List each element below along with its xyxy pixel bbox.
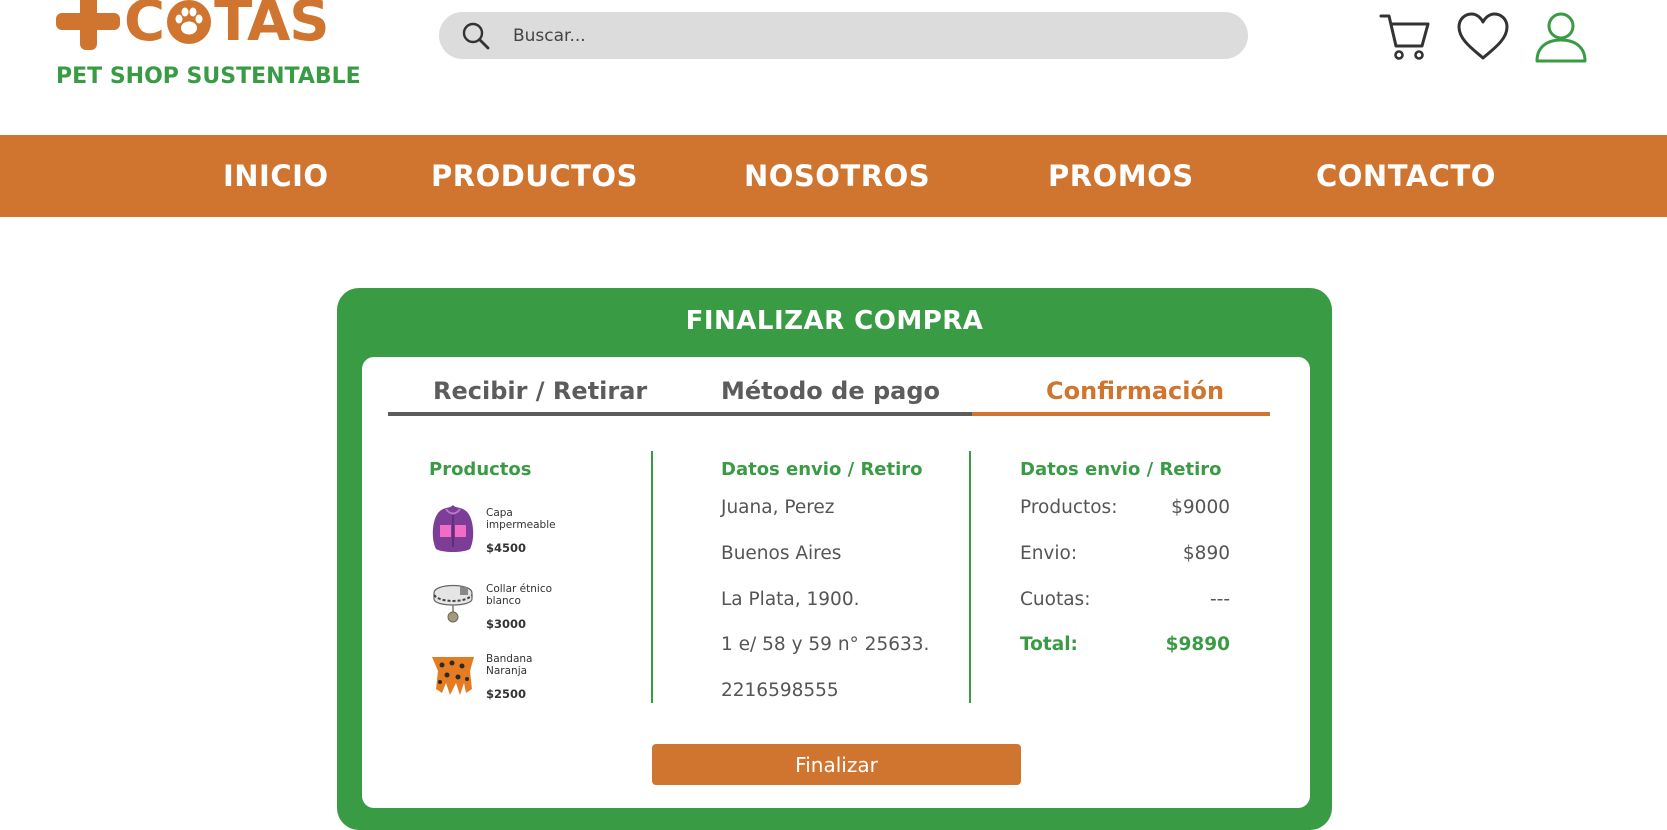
shipping-phone: 2216598555 (721, 680, 839, 701)
nav-item-nosotros[interactable]: NOSOTROS (744, 135, 930, 217)
product-price: $3000 (486, 617, 527, 631)
search-icon[interactable] (461, 21, 491, 51)
summary-products-label: Productos: (1020, 497, 1118, 518)
product-item: Capa impermeable $4500 (430, 503, 630, 563)
heart-icon[interactable] (1456, 10, 1510, 64)
product-item: Collar étnico blanco $3000 (430, 579, 630, 639)
summary-installments-label: Cuotas: (1020, 589, 1091, 610)
brand-letters-rest: TAS (214, 0, 330, 54)
product-price: $4500 (486, 541, 527, 555)
shipping-city: La Plata, 1900. (721, 589, 860, 610)
step-recibir-retirar[interactable]: Recibir / Retirar (433, 377, 647, 405)
summary-products-value: $9000 (1171, 497, 1230, 518)
cart-icon[interactable] (1378, 10, 1432, 64)
summary-total-value: $9890 (1165, 634, 1230, 655)
column-divider (651, 451, 653, 703)
shipping-heading: Datos envio / Retiro (721, 459, 923, 480)
user-icon[interactable] (1534, 10, 1588, 64)
product-name: Bandana Naranja (486, 653, 533, 677)
products-heading: Productos (429, 459, 532, 480)
product-name: Capa impermeable (486, 507, 556, 531)
product-name: Collar étnico blanco (486, 583, 553, 607)
nav-item-productos[interactable]: PRODUCTOS (431, 135, 638, 217)
bandana-thumbnail (432, 657, 474, 695)
checkout-title: FINALIZAR COMPRA (685, 306, 984, 336)
summary-installments-value: --- (1209, 589, 1230, 610)
search-input[interactable] (511, 24, 1248, 47)
summary-shipping-label: Envio: (1020, 543, 1078, 564)
search-bar[interactable] (439, 12, 1248, 59)
paw-icon (167, 0, 212, 44)
brand-logo[interactable]: C TAS PET SHOP SUSTENTABLE (56, 0, 361, 100)
shipping-address: 1 e/ 58 y 59 n° 25633. (721, 634, 930, 655)
collar-thumbnail (433, 584, 473, 623)
nav-item-inicio[interactable]: INICIO (223, 135, 329, 217)
summary-heading: Datos envio / Retiro (1020, 459, 1222, 480)
main-navigation: INICIO PRODUCTOS NOSOTROS PROMOS CONTACT… (0, 135, 1667, 217)
checkout-panel: Recibir / Retirar Método de pago Confirm… (362, 357, 1310, 808)
raincoat-thumbnail (432, 505, 474, 552)
shipping-province: Buenos Aires (721, 543, 842, 564)
summary-shipping-value: $890 (1182, 543, 1230, 564)
finalize-button[interactable]: Finalizar (652, 744, 1021, 785)
step-progress-active (972, 412, 1270, 416)
step-confirmacion[interactable]: Confirmación (1046, 377, 1224, 405)
brand-wordmark: C TAS (56, 0, 330, 56)
step-progress-done (388, 412, 972, 416)
nav-item-contacto[interactable]: CONTACTO (1316, 135, 1496, 217)
step-metodo-de-pago[interactable]: Método de pago (721, 377, 940, 405)
brand-tagline: PET SHOP SUSTENTABLE (56, 64, 361, 89)
summary-total-label: Total: (1020, 634, 1078, 655)
shipping-name: Juana, Perez (721, 497, 835, 518)
product-item: Bandana Naranja $2500 (430, 649, 630, 709)
plus-icon (56, 0, 120, 50)
column-divider (969, 451, 971, 703)
product-price: $2500 (486, 687, 527, 701)
checkout-card: FINALIZAR COMPRA Recibir / Retirar Métod… (337, 288, 1332, 830)
nav-item-promos[interactable]: PROMOS (1048, 135, 1194, 217)
brand-letter-c: C (124, 0, 165, 54)
